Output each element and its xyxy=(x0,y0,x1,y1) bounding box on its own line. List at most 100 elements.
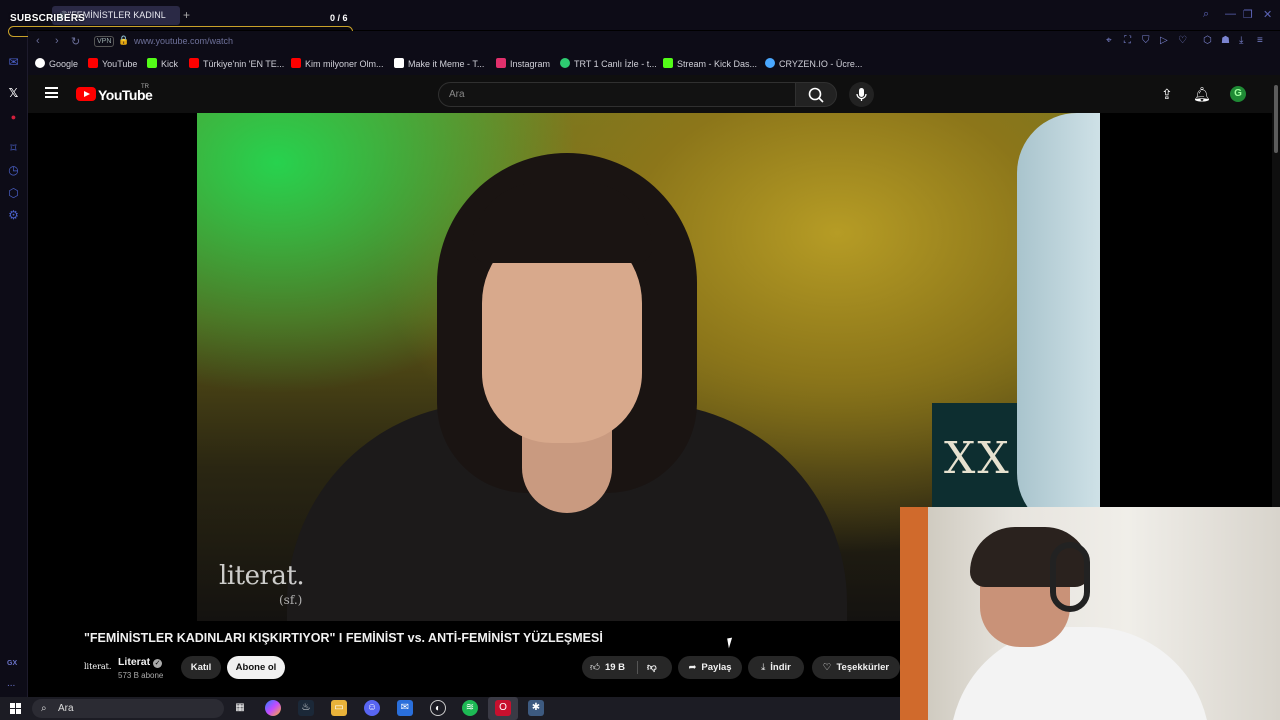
sidebar-more-icon[interactable]: ... xyxy=(7,678,15,689)
subscriber-goal-title: SUBSCRIBERS xyxy=(10,13,85,24)
bookmark-item[interactable]: YouTube xyxy=(88,58,137,69)
video-title: "FEMİNİSTLER KADINLARI KIŞKIRTIYOR" I FE… xyxy=(84,631,603,645)
subscribe-button[interactable]: Abone ol xyxy=(227,656,285,679)
share-arrow-icon: ➦ xyxy=(688,662,697,673)
chess-icon[interactable]: ◐ xyxy=(430,700,446,716)
like-divider xyxy=(637,661,638,674)
steam-icon[interactable]: ♨ xyxy=(298,700,314,716)
search-icon xyxy=(808,87,824,103)
bookmark-item[interactable]: Kick xyxy=(147,58,178,69)
meme-icon xyxy=(394,58,404,68)
url-field[interactable]: www.youtube.com/watch xyxy=(134,36,233,46)
extensions-icon[interactable]: ⬡ xyxy=(6,186,21,201)
search-tabs-icon[interactable]: ⌕ xyxy=(1203,8,1209,21)
discord-icon[interactable]: ☺ xyxy=(364,700,380,716)
google-icon xyxy=(35,58,45,68)
new-tab-button[interactable]: + xyxy=(183,8,190,22)
download-icon: ⤓ xyxy=(761,662,766,673)
hamburger-menu-icon[interactable] xyxy=(45,87,58,98)
instagram-icon xyxy=(496,58,506,68)
thumbs-up-icon[interactable]: 👍︎ xyxy=(590,662,600,673)
bookmark-item[interactable]: Google xyxy=(35,58,78,69)
video-watermark: literat. xyxy=(219,561,305,591)
spotify-icon[interactable]: ≋ xyxy=(462,700,478,716)
youtube-sidebar-icon[interactable]: ● xyxy=(6,110,21,125)
account-avatar[interactable]: G xyxy=(1230,86,1246,102)
pin-icon[interactable]: ⌑ xyxy=(6,141,21,156)
windows-taskbar: ⌕ Ara ▦ ♨ ▭ ☺ ✉ ◐ ≋ O ✱ xyxy=(0,697,900,720)
search-button[interactable] xyxy=(795,82,837,107)
mail-icon[interactable]: ✉ xyxy=(397,700,413,716)
download-icon[interactable]: ⤓ xyxy=(1239,35,1243,46)
webcam-overlay xyxy=(900,507,1280,720)
gear-app-icon[interactable]: ✱ xyxy=(528,700,544,716)
youtube-logo-icon[interactable] xyxy=(76,87,96,101)
task-view-icon[interactable]: ▦ xyxy=(232,700,248,716)
forward-button[interactable]: › xyxy=(55,35,59,47)
bookmark-item[interactable]: TRT 1 Canlı İzle - t... xyxy=(560,58,657,69)
cryzen-icon xyxy=(765,58,775,68)
channel-name[interactable]: Literat ✓ xyxy=(118,656,163,668)
like-dislike-group: 👍︎ 19 B 👎︎ xyxy=(582,656,672,679)
lock-icon[interactable]: 🔒 xyxy=(118,35,129,46)
x-twitter-icon[interactable]: 𝕏 xyxy=(6,86,21,101)
shield-icon[interactable]: ⛉ xyxy=(1142,35,1150,46)
channel-subscriber-count: 573 B abone xyxy=(118,671,164,680)
voice-search-button[interactable] xyxy=(849,82,874,107)
opera-gx-icon[interactable]: O xyxy=(495,700,511,716)
share-button[interactable]: ➦ Paylaş xyxy=(678,656,742,679)
cube-icon[interactable]: ⬡ xyxy=(1203,35,1212,46)
subscriber-goal-count: 0 / 6 xyxy=(330,13,348,23)
mouse-cursor xyxy=(727,637,734,649)
bookmark-item[interactable]: CRYZEN.IO - Ücre... xyxy=(765,58,862,69)
bookmark-item[interactable]: Stream - Kick Das... xyxy=(663,58,757,69)
bookmark-icon[interactable]: ⌖ xyxy=(1106,35,1112,46)
bookmark-item[interactable]: Türkiye'nin 'EN TE... xyxy=(189,58,284,69)
windows-start-icon[interactable] xyxy=(10,703,21,714)
heart-icon[interactable]: ♡ xyxy=(1178,35,1187,46)
notifications-bell-icon[interactable]: 🔔︎ xyxy=(1193,86,1211,103)
settings-icon[interactable]: ⚙ xyxy=(6,208,21,223)
trt-icon xyxy=(560,58,570,68)
restore-button[interactable]: ❐ xyxy=(1243,8,1253,21)
verified-check-icon: ✓ xyxy=(153,659,163,668)
join-button[interactable]: Katıl xyxy=(181,656,221,679)
minimize-button[interactable]: — xyxy=(1225,8,1236,20)
video-figure-hood xyxy=(1017,113,1100,533)
vpn-badge[interactable]: VPN xyxy=(94,36,115,47)
youtube-icon xyxy=(88,58,98,68)
back-button[interactable]: ‹ xyxy=(36,35,40,47)
taskbar-search-input[interactable]: ⌕ Ara xyxy=(32,699,224,718)
youtube-header: YouTube TR Ara ⇪ 🔔︎ G xyxy=(28,75,1272,113)
kick-icon xyxy=(147,58,157,68)
copilot-icon[interactable] xyxy=(265,700,281,716)
channel-avatar[interactable]: literat. xyxy=(84,656,111,678)
history-icon[interactable]: ◷ xyxy=(6,163,21,178)
thumbs-down-icon[interactable]: 👎︎ xyxy=(647,656,657,679)
upload-icon[interactable]: ⇪ xyxy=(1161,86,1173,103)
video-watermark-sub: (sf.) xyxy=(279,593,303,607)
close-window-button[interactable]: ✕ xyxy=(1263,8,1272,21)
search-icon: ⌕ xyxy=(41,703,47,714)
menu-icon[interactable]: ≡ xyxy=(1257,35,1263,46)
thanks-button[interactable]: ♡ Teşekkürler xyxy=(812,656,900,679)
headset-icon xyxy=(1050,542,1090,612)
snapshot-icon[interactable]: ⛶ xyxy=(1124,35,1131,46)
bookmark-item[interactable]: Kim milyoner Olm... xyxy=(291,58,384,69)
bookmark-item[interactable]: Instagram xyxy=(496,58,550,69)
youtube-icon xyxy=(189,58,199,68)
file-explorer-icon[interactable]: ▭ xyxy=(331,700,347,716)
scrollbar-thumb[interactable] xyxy=(1274,85,1278,153)
search-input[interactable]: Ara xyxy=(438,82,796,107)
gx-corner-label[interactable]: GX xyxy=(7,660,17,667)
messenger-icon[interactable]: ✉ xyxy=(6,55,21,70)
webcam-person-shirt xyxy=(950,627,1210,720)
download-button[interactable]: ⤓ İndir xyxy=(748,656,804,679)
like-count[interactable]: 19 B xyxy=(605,662,625,673)
play-icon[interactable]: ▷ xyxy=(1160,35,1168,46)
bookmark-item[interactable]: Make it Meme - T... xyxy=(394,58,484,69)
video-figure-bangs xyxy=(472,183,652,263)
reload-button[interactable]: ↻ xyxy=(71,35,80,48)
bookmarks-bar: Google YouTube Kick Türkiye'nin 'EN TE..… xyxy=(28,53,1280,75)
account-icon[interactable]: ☗ xyxy=(1221,35,1230,46)
